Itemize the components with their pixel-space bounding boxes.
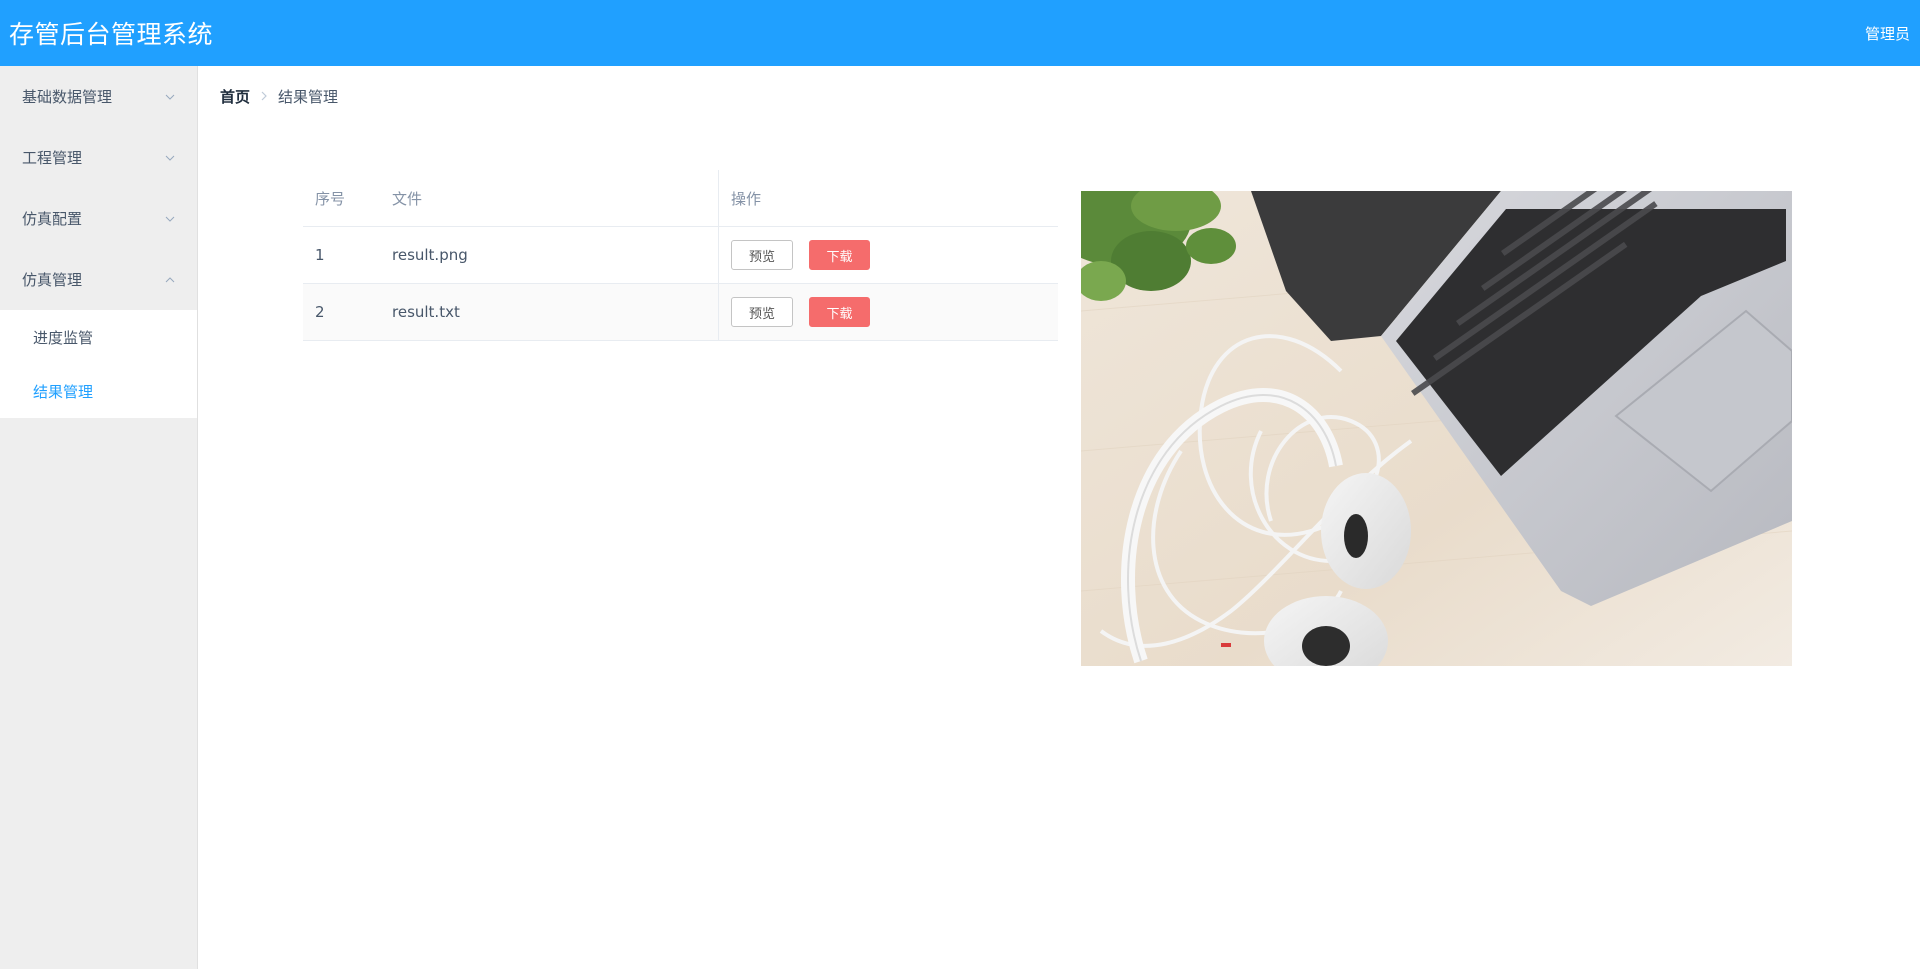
preview-button[interactable]: 预览 (731, 240, 793, 270)
table-row: 1 result.png 预览 下载 (303, 227, 1058, 284)
row-file: result.png (380, 227, 719, 283)
sidebar-subitem-results[interactable]: 结果管理 (0, 364, 197, 418)
row-index: 2 (315, 303, 325, 321)
chevron-down-icon (165, 92, 175, 102)
main-content: 首页 结果管理 序号 文件 操作 1 result.png 预览 下载 2 re… (198, 66, 1920, 969)
download-button[interactable]: 下载 (809, 297, 870, 327)
table-row: 2 result.txt 预览 下载 (303, 284, 1058, 341)
chevron-down-icon (165, 214, 175, 224)
breadcrumb: 首页 结果管理 (220, 86, 338, 107)
top-header: 存管后台管理系统 管理员 (0, 0, 1920, 66)
decorative-photo (1081, 191, 1792, 666)
sidebar-item-label: 仿真配置 (22, 210, 83, 228)
row-actions: 预览 下载 (719, 297, 1058, 327)
app-title: 存管后台管理系统 (9, 20, 214, 49)
sidebar-item-label: 基础数据管理 (22, 88, 113, 106)
column-header-index: 序号 (315, 189, 346, 208)
sidebar-item-label: 仿真管理 (22, 271, 83, 289)
chevron-right-icon (260, 89, 268, 105)
sidebar-item-project[interactable]: 工程管理 (0, 127, 197, 188)
laptop-headphones-image (1081, 191, 1792, 666)
results-table: 序号 文件 操作 1 result.png 预览 下载 2 result.txt… (303, 170, 1058, 341)
sidebar: 基础数据管理 工程管理 仿真配置 仿真管理 进度监管 结果管理 (0, 66, 198, 969)
breadcrumb-current: 结果管理 (278, 88, 339, 106)
chevron-up-icon (165, 275, 175, 285)
submenu-sim-manage: 进度监管 结果管理 (0, 310, 197, 418)
chevron-down-icon (165, 153, 175, 163)
preview-button[interactable]: 预览 (731, 297, 793, 327)
sidebar-item-sim-config[interactable]: 仿真配置 (0, 188, 197, 249)
column-header-file: 文件 (380, 170, 719, 226)
row-file: result.txt (380, 284, 719, 340)
sidebar-item-basic-data[interactable]: 基础数据管理 (0, 66, 197, 127)
row-actions: 预览 下载 (719, 240, 1058, 270)
breadcrumb-home[interactable]: 首页 (220, 86, 250, 107)
row-index: 1 (315, 246, 325, 264)
column-header-ops: 操作 (731, 189, 762, 208)
table-header-row: 序号 文件 操作 (303, 170, 1058, 227)
sidebar-subitem-progress[interactable]: 进度监管 (0, 310, 197, 364)
sidebar-item-sim-manage[interactable]: 仿真管理 (0, 249, 197, 310)
download-button[interactable]: 下载 (809, 240, 870, 270)
user-menu[interactable]: 管理员 (1865, 23, 1910, 44)
sidebar-item-label: 工程管理 (22, 149, 83, 167)
